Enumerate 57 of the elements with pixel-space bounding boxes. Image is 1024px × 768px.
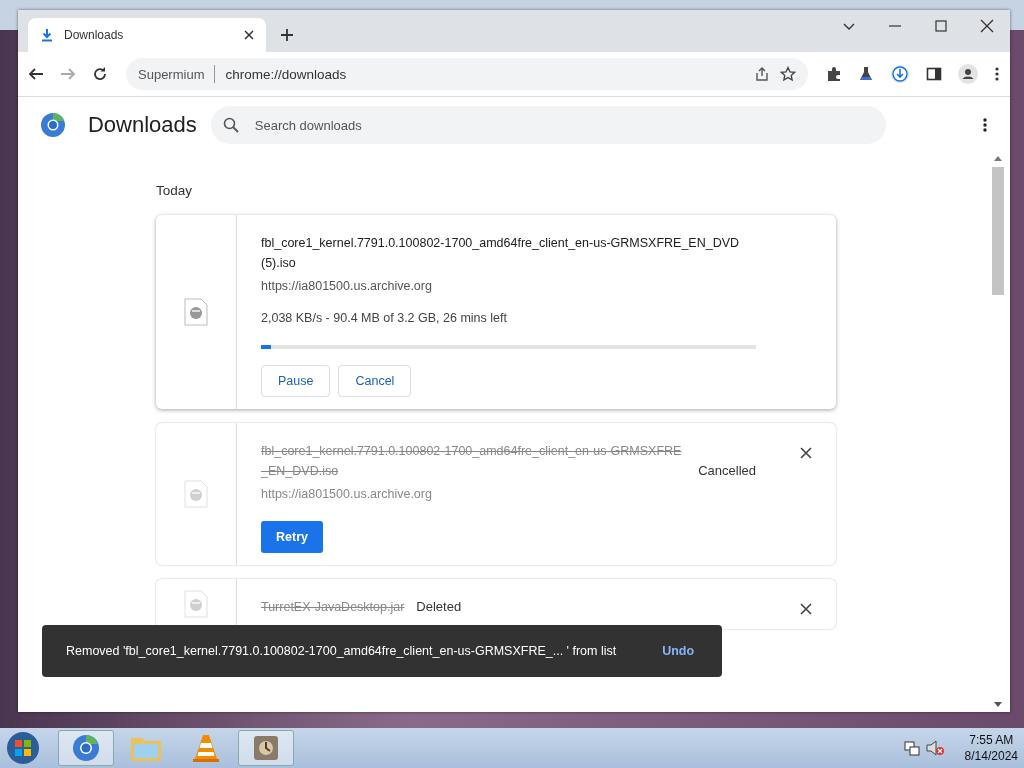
app-taskbar-button[interactable] (238, 730, 294, 766)
scrollbar[interactable] (992, 155, 1004, 708)
toast-message: Removed 'fbl_core1_kernel.7791.0.100802-1700_amd64fre_client_en-us-GRMSXFRE_... ' from list (66, 644, 617, 658)
page-title: Downloads (87, 112, 197, 138)
file-icon (184, 298, 208, 326)
file-name[interactable]: fbl_core1_kernel.7791.0.100802-1700_amd64fre_client_en-us-GRMSXFRE_EN_DVD (5).iso (261, 233, 756, 273)
menu-icon[interactable] (994, 66, 1000, 82)
browser-taskbar-button[interactable] (58, 730, 114, 766)
undo-button[interactable]: Undo (656, 643, 701, 659)
status-text: Deleted (416, 598, 462, 616)
file-icon (184, 480, 208, 508)
site-name: Supermium (138, 66, 205, 82)
star-icon[interactable] (780, 66, 796, 82)
status-text: Cancelled (698, 462, 756, 480)
clock-time[interactable]: 7:55 AM (969, 732, 1014, 748)
puzzle-icon[interactable] (826, 66, 842, 82)
share-icon[interactable] (754, 66, 770, 82)
action-button[interactable]: Cancel (338, 365, 412, 397)
source-url[interactable]: https://ia801500.us.archive.org (261, 279, 756, 293)
reload-icon[interactable] (92, 66, 108, 82)
address-bar[interactable]: Supermium chrome://downloads (126, 58, 808, 90)
side-panel-icon[interactable] (926, 66, 942, 82)
close-icon[interactable] (980, 19, 994, 33)
browser-tab[interactable]: Downloads (28, 18, 266, 52)
url-text: chrome://downloads (225, 66, 347, 82)
download-icon[interactable] (890, 64, 910, 84)
new-tab-icon[interactable] (280, 28, 294, 42)
maximize-icon[interactable] (934, 19, 948, 33)
progress-text: 2,038 KB/s - 90.4 MB of 3.2 GB, 26 mins left (261, 311, 508, 325)
app-icon (252, 734, 280, 762)
scroll-up-icon[interactable] (994, 155, 1002, 161)
action-button[interactable]: Pause (261, 365, 331, 397)
search-icon (222, 117, 239, 133)
search-field[interactable]: Search downloads (210, 106, 886, 144)
browser-logo-icon (71, 733, 101, 763)
network-icon[interactable] (902, 739, 921, 757)
download-icon (40, 28, 54, 42)
traffic-cone-icon (192, 733, 220, 763)
back-icon[interactable] (28, 66, 44, 82)
tab-title: Downloads (64, 28, 125, 42)
file-icon (184, 590, 208, 618)
browser-logo-icon (40, 112, 66, 138)
start-button[interactable] (6, 731, 40, 765)
scroll-down-icon[interactable] (994, 702, 1002, 708)
close-icon[interactable] (800, 447, 812, 459)
close-icon[interactable] (800, 603, 812, 615)
section-heading: Today (156, 183, 194, 198)
more-icon[interactable] (982, 117, 988, 133)
clock-date[interactable]: 8/14/2024 (964, 748, 1018, 764)
file-name: TurretEX-JavaDesktop.jar (261, 599, 405, 616)
muted-speaker-icon[interactable] (924, 739, 945, 757)
scrollbar-thumb[interactable] (992, 167, 1004, 295)
source-url[interactable]: https://ia801500.us.archive.org (261, 487, 756, 501)
flask-icon[interactable] (858, 66, 874, 82)
close-icon[interactable] (244, 30, 254, 40)
profile-icon[interactable] (958, 64, 978, 84)
action-button[interactable]: Retry (261, 521, 323, 553)
